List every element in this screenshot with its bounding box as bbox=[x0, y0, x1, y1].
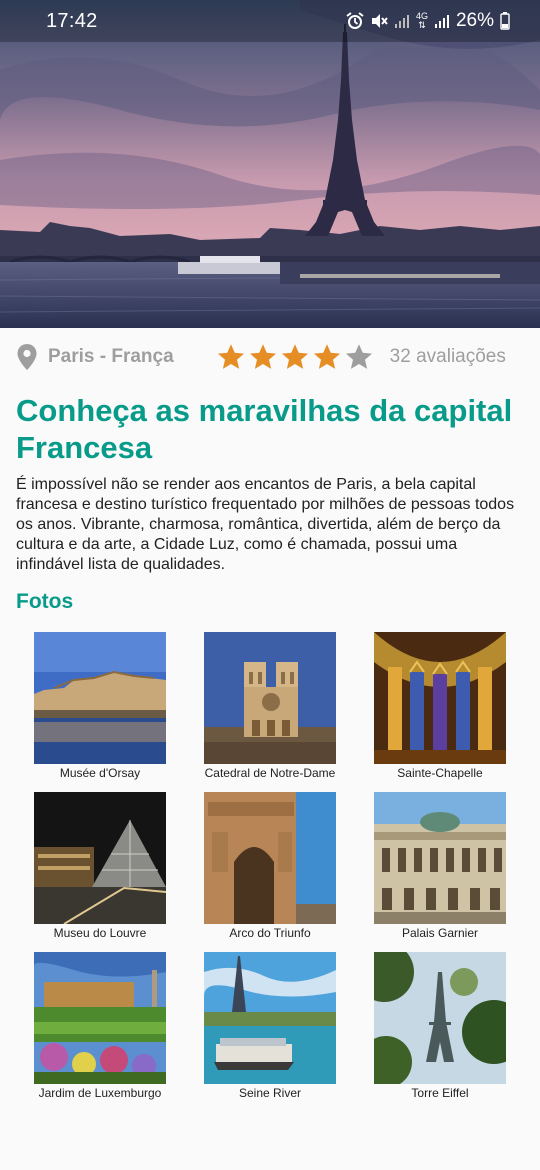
photo-caption: Jardim de Luxemburgo bbox=[38, 1086, 162, 1100]
battery-icon bbox=[500, 12, 510, 30]
photo-caption: Seine River bbox=[238, 1086, 302, 1100]
signal-icon bbox=[434, 15, 449, 28]
photo-item-musee-dorsay[interactable]: Musée d'Orsay bbox=[15, 632, 185, 780]
place-info-row: Paris - França 32 avaliações bbox=[16, 340, 524, 374]
photo-item-louvre[interactable]: Museu do Louvre bbox=[15, 792, 185, 940]
star-filled-icon bbox=[281, 344, 308, 369]
photo-item-torre-eiffel[interactable]: Torre Eiffel bbox=[355, 952, 525, 1100]
reviews-count[interactable]: 32 avaliações bbox=[390, 346, 506, 368]
hero-image bbox=[0, 0, 540, 328]
arco-do-triunfo-photo[interactable] bbox=[204, 792, 336, 924]
torre-eiffel-photo[interactable] bbox=[374, 952, 506, 1084]
louvre-photo[interactable] bbox=[34, 792, 166, 924]
signal-icon bbox=[394, 15, 409, 28]
photo-caption: Arco do Triunfo bbox=[229, 926, 311, 940]
photo-caption: Torre Eiffel bbox=[411, 1086, 469, 1100]
photo-caption: Palais Garnier bbox=[401, 926, 479, 940]
musee-dorsay-photo[interactable] bbox=[34, 632, 166, 764]
star-empty-icon bbox=[345, 344, 372, 369]
location-pin-icon bbox=[17, 344, 37, 370]
battery-percentage: 26% bbox=[455, 10, 494, 31]
photo-caption: Musée d'Orsay bbox=[59, 766, 141, 780]
notre-dame-photo[interactable] bbox=[204, 632, 336, 764]
photo-item-palais-garnier[interactable]: Palais Garnier bbox=[355, 792, 525, 940]
photos-heading: Fotos bbox=[16, 590, 74, 613]
palais-garnier-photo[interactable] bbox=[374, 792, 506, 924]
star-filled-icon bbox=[249, 344, 276, 369]
jardim-de-luxemburgo-photo[interactable] bbox=[34, 952, 166, 1084]
article-description: É impossível não se render aos encantos … bbox=[16, 476, 515, 573]
photo-caption: Sainte-Chapelle bbox=[397, 766, 483, 780]
status-time: 17:42 bbox=[46, 9, 98, 32]
sainte-chapelle-photo[interactable] bbox=[374, 632, 506, 764]
star-filled-icon bbox=[217, 344, 244, 369]
photo-item-seine-river[interactable]: Seine River bbox=[185, 952, 355, 1100]
photo-caption: Museu do Louvre bbox=[53, 926, 147, 940]
network-type: 4G ⇅ bbox=[415, 11, 428, 30]
photo-caption: Catedral de Notre-Dame bbox=[204, 766, 336, 780]
photo-item-notre-dame[interactable]: Catedral de Notre-Dame bbox=[185, 632, 355, 780]
mute-icon bbox=[371, 14, 388, 28]
photo-item-arco-do-triunfo[interactable]: Arco do Triunfo bbox=[185, 792, 355, 940]
seine-river-photo[interactable] bbox=[204, 952, 336, 1084]
photo-item-sainte-chapelle[interactable]: Sainte-Chapelle bbox=[355, 632, 525, 780]
location: Paris - França bbox=[16, 343, 174, 371]
article-title: Conheça as maravilhas da capital Frances… bbox=[16, 393, 513, 465]
status-bar: 17:42 4G ⇅ 26% bbox=[0, 0, 540, 42]
photo-item-jardim-de-luxemburgo[interactable]: Jardim de Luxemburgo bbox=[15, 952, 185, 1100]
alarm-icon bbox=[346, 12, 364, 29]
location-name: Paris - França bbox=[48, 346, 174, 367]
rating-stars bbox=[216, 342, 374, 372]
star-filled-icon bbox=[313, 344, 340, 369]
